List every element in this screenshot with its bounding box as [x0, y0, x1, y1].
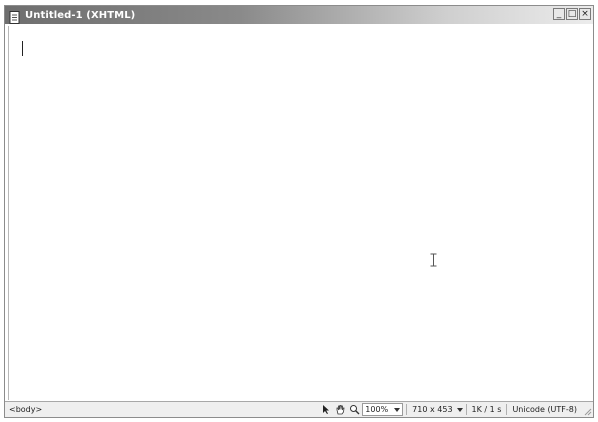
window-title: Untitled-1 (XHTML) [25, 9, 136, 21]
tag-selector[interactable]: <body> [5, 405, 42, 414]
divider [406, 404, 408, 415]
i-beam-cursor-icon [429, 252, 438, 267]
zoom-select[interactable]: 100% [362, 403, 404, 416]
document-icon [9, 9, 21, 24]
resize-grip-icon[interactable] [582, 406, 592, 416]
zoom-value: 100% [365, 405, 389, 414]
minimize-button[interactable]: _ [553, 8, 565, 20]
encoding-indicator: Unicode (UTF-8) [512, 405, 577, 414]
restore-button[interactable]: □ [566, 8, 578, 20]
window-size-menu[interactable]: 710 x 453 [410, 405, 454, 414]
document-window: Untitled-1 (XHTML) _ □ × <body> 100% 710… [4, 5, 594, 418]
divider [506, 404, 508, 415]
chevron-down-icon [394, 405, 401, 414]
text-caret [22, 41, 23, 56]
status-bar: <body> 100% 710 x 453 1K / 1 s Unicode (… [5, 401, 593, 417]
design-view-editor[interactable] [8, 26, 590, 400]
pointer-tool-icon[interactable] [320, 404, 332, 416]
status-tools: 100% 710 x 453 1K / 1 s Unicode (UTF-8) [320, 403, 593, 416]
title-bar[interactable]: Untitled-1 (XHTML) _ □ × [5, 6, 593, 24]
zoom-tool-icon[interactable] [348, 404, 360, 416]
divider [465, 404, 467, 415]
window-controls: _ □ × [553, 8, 591, 20]
close-button[interactable]: × [579, 8, 591, 20]
chevron-down-icon [456, 405, 463, 414]
hand-tool-icon[interactable] [334, 404, 346, 416]
download-stats: 1K / 1 s [471, 405, 502, 414]
